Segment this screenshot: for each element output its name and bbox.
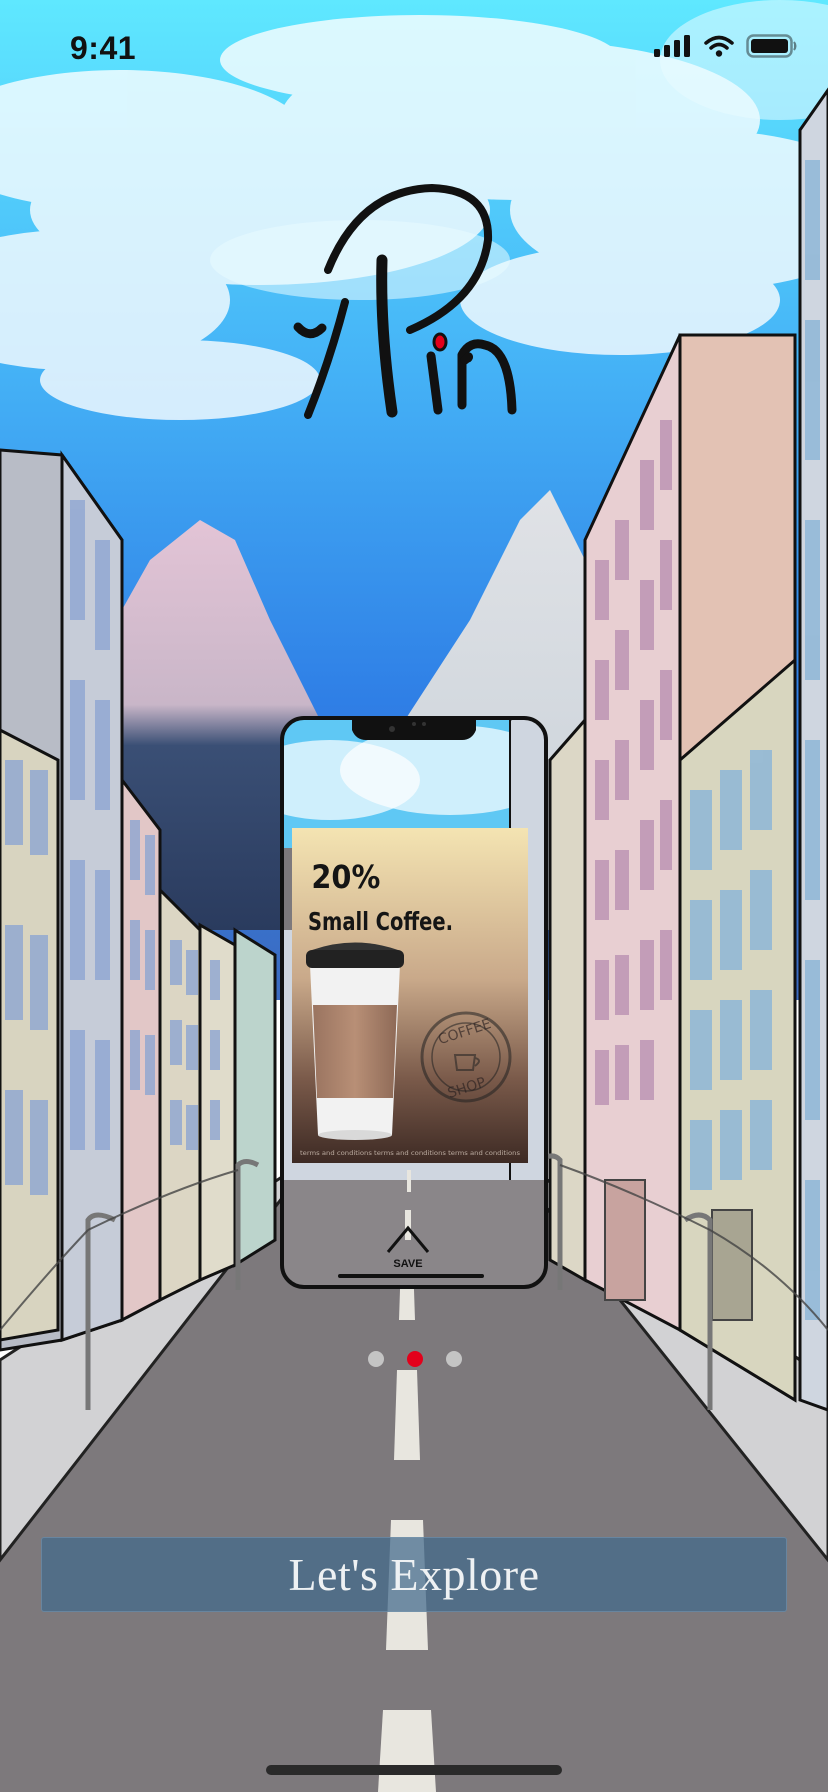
lets-explore-button[interactable]: Let's Explore: [41, 1537, 787, 1612]
save-label[interactable]: SAVE: [393, 1258, 422, 1270]
pagination-dots: [368, 1351, 464, 1369]
ad-fine-print: terms and conditions terms and condition…: [300, 1150, 520, 1157]
coffee-cup-image: [306, 942, 404, 1140]
phone-preview: COFFEE SHOP 20% Small Coffee. terms and …: [280, 716, 548, 1289]
city-street-illustration: COFFEE SHOP 20% Small Coffee. terms and …: [0, 0, 828, 1792]
ad-product-name: Small Coffee.: [308, 907, 453, 936]
home-indicator: [266, 1765, 562, 1775]
status-time: 9:41: [70, 30, 137, 66]
wifi-icon: [704, 35, 734, 57]
logo-red-dot: [432, 332, 448, 352]
page-dot-1[interactable]: [368, 1351, 384, 1367]
status-icons: [654, 34, 798, 58]
cellular-signal-icon: [654, 35, 690, 57]
ad-discount: 20%: [311, 860, 380, 897]
page-dot-2[interactable]: [407, 1351, 423, 1367]
page-dot-3[interactable]: [446, 1351, 462, 1367]
battery-icon: [746, 34, 797, 58]
preview-home-indicator: [338, 1274, 484, 1278]
phone-notch: [352, 718, 476, 740]
onboarding-screen: COFFEE SHOP 20% Small Coffee. terms and …: [0, 0, 828, 1792]
